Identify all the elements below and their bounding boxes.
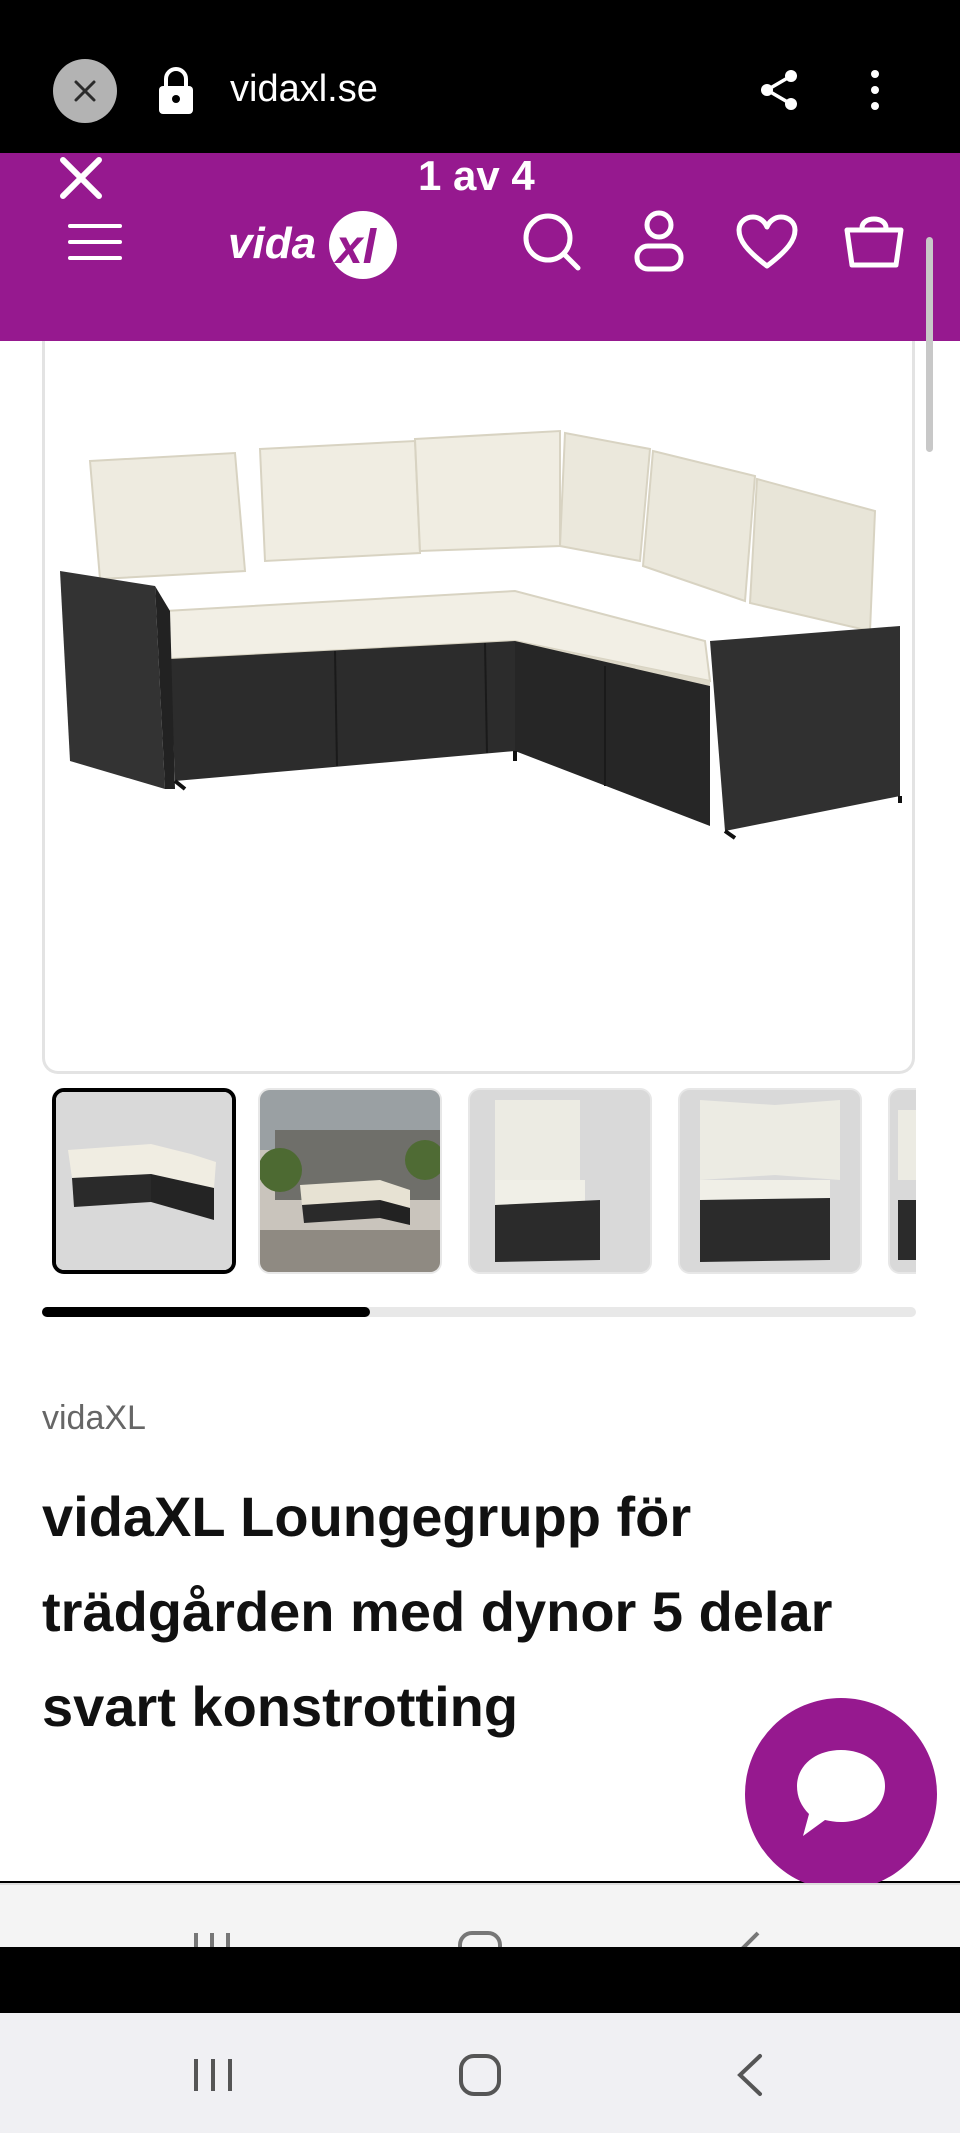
heart-icon[interactable] (736, 214, 798, 270)
home-icon[interactable] (458, 2053, 502, 2097)
vidaxl-logo[interactable]: vida xl (228, 203, 408, 283)
lock-icon (159, 67, 193, 114)
thumbnail-chair-image (470, 1090, 650, 1272)
main-product-image[interactable] (42, 341, 915, 1074)
product-brand[interactable]: vidaXL (42, 1399, 146, 1438)
embedded-nav-icons (194, 1931, 760, 1947)
chat-icon (797, 1750, 885, 1836)
menu-icon[interactable] (68, 222, 122, 262)
cart-icon[interactable] (842, 208, 906, 270)
product-page[interactable]: vidaXL vidaXL Loungegrupp för trädgården… (0, 341, 960, 1890)
recent-apps-icon[interactable] (192, 2057, 234, 2093)
system-navigation-bar (0, 2013, 960, 2133)
share-icon[interactable] (755, 66, 803, 114)
close-tab-button[interactable] (53, 59, 117, 123)
chat-button[interactable] (745, 1698, 937, 1890)
close-gallery-icon[interactable] (58, 155, 104, 201)
more-options-icon[interactable] (860, 66, 890, 114)
user-icon[interactable] (634, 210, 684, 272)
thumbnail-partial-image (890, 1090, 916, 1272)
thumbnail-sofa-image (56, 1092, 232, 1270)
search-icon[interactable] (522, 212, 582, 272)
embedded-nav-bar (0, 1883, 960, 1947)
svg-text:vida: vida (228, 219, 316, 268)
svg-text:xl: xl (333, 221, 378, 274)
image-counter: 1 av 4 (418, 152, 535, 199)
product-title: vidaXL Loungegrupp för trädgården med dy… (42, 1485, 833, 1738)
thumbnail-2[interactable] (258, 1088, 442, 1274)
thumbnail-garden-image (260, 1090, 440, 1272)
thumbnail-corner-image (680, 1090, 860, 1272)
back-icon[interactable] (734, 2053, 764, 2097)
close-icon (74, 80, 96, 102)
thumbnail-4[interactable] (678, 1088, 862, 1274)
gallery-scroll-thumb[interactable] (42, 1307, 370, 1317)
thumbnail-1[interactable] (52, 1088, 236, 1274)
thumbnail-strip[interactable] (52, 1088, 916, 1278)
browser-toolbar: vidaxl.se (0, 0, 960, 153)
thumbnail-3[interactable] (468, 1088, 652, 1274)
address-bar-url[interactable]: vidaxl.se (230, 68, 378, 111)
gallery-scroll-track[interactable] (42, 1307, 916, 1317)
thumbnail-5[interactable] (888, 1088, 916, 1274)
screen-divider (0, 1947, 960, 2013)
sofa-illustration (60, 429, 902, 840)
page-scrollbar[interactable] (926, 237, 933, 452)
